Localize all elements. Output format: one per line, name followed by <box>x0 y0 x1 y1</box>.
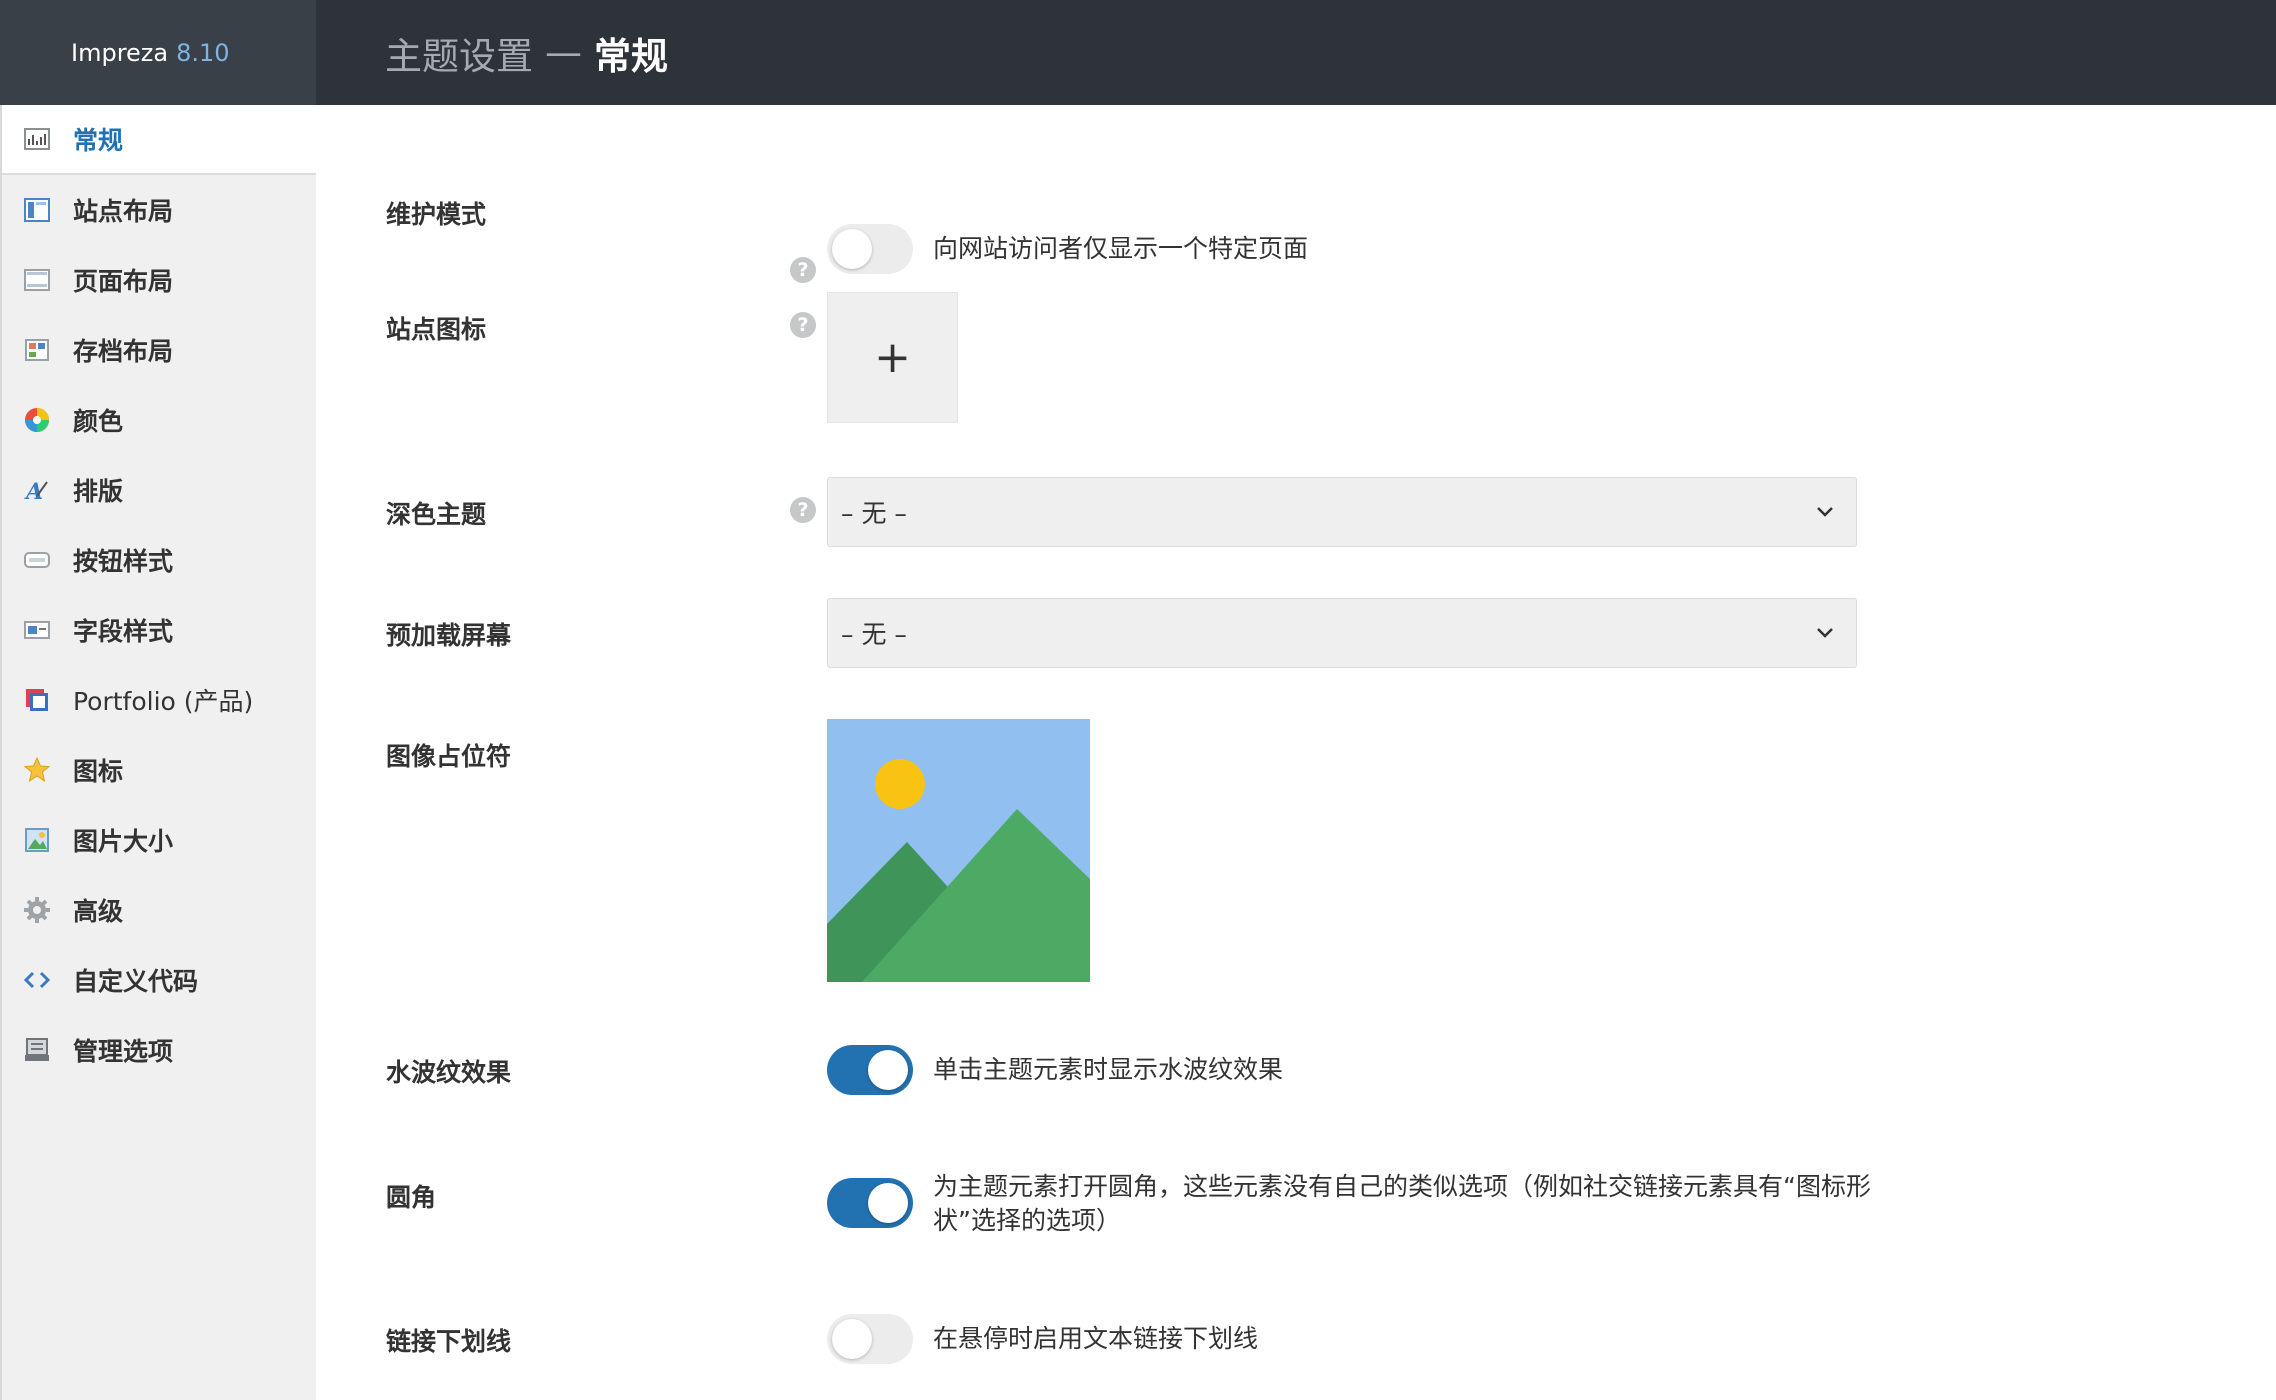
setting-label: 圆角 <box>386 1183 437 1212</box>
sidebar-item-label: 页面布局 <box>73 267 174 296</box>
chevron-down-icon <box>1817 507 1833 517</box>
select-value: – 无 – <box>841 499 907 528</box>
preloader-select[interactable]: – 无 – <box>827 598 1857 668</box>
sidebar-item-typography[interactable]: A 排版 <box>2 455 316 525</box>
manage-options-icon <box>22 1035 52 1065</box>
setting-label: 图像占位符 <box>386 742 512 771</box>
setting-description-line2: 状”选择的选项） <box>933 1206 1121 1235</box>
code-icon <box>22 965 52 995</box>
setting-maintenance-mode: 维护模式 ? 向网站访问者仅显示一个特定页面 <box>316 175 2276 283</box>
sidebar-item-label: 管理选项 <box>73 1037 174 1066</box>
sidebar-item-page-layout[interactable]: 页面布局 <box>2 245 316 315</box>
link-underline-toggle[interactable] <box>827 1314 913 1364</box>
page-title-section: 常规 <box>594 34 668 78</box>
gear-icon <box>22 895 52 925</box>
sidebar-item-label: 自定义代码 <box>73 967 199 996</box>
sidebar-item-image-sizes[interactable]: 图片大小 <box>2 805 316 875</box>
setting-label: 链接下划线 <box>386 1327 512 1356</box>
toggle-knob <box>868 1050 908 1090</box>
sidebar-item-button-styles[interactable]: 按钮样式 <box>2 525 316 595</box>
sidebar-item-advanced[interactable]: 高级 <box>2 875 316 945</box>
help-icon[interactable]: ? <box>790 257 816 283</box>
sidebar-item-manage-options[interactable]: 管理选项 <box>2 1015 316 1085</box>
field-style-icon <box>22 615 52 645</box>
sidebar-item-label: 图片大小 <box>73 827 174 856</box>
setting-label: 维护模式 <box>386 200 487 229</box>
sidebar: 常规 站点布局 页面布局 存档布局 颜色 A 排版 按钮样式 字段样式 Port… <box>0 105 316 1400</box>
sidebar-item-site-layout[interactable]: 站点布局 <box>2 175 316 245</box>
help-icon[interactable]: ? <box>790 312 816 338</box>
chevron-down-icon <box>1817 628 1833 638</box>
top-bar: Impreza 8.10 主题设置 — 常规 <box>0 0 2276 105</box>
app-version: 8.10 <box>176 38 230 67</box>
setting-label: 水波纹效果 <box>386 1058 512 1087</box>
page-layout-icon <box>22 265 52 295</box>
typography-icon: A <box>22 475 52 505</box>
setting-description-line1: 为主题元素打开圆角，这些元素没有自己的类似选项（例如社交链接元素具有“图标形 <box>933 1172 1871 1201</box>
app-name: Impreza <box>71 38 169 67</box>
rounded-corners-toggle[interactable] <box>827 1178 913 1228</box>
sidebar-item-colors[interactable]: 颜色 <box>2 385 316 455</box>
sidebar-item-label: 高级 <box>73 897 124 926</box>
sidebar-item-label: 常规 <box>73 126 124 155</box>
page-title-separator: — <box>545 31 582 74</box>
toggle-knob <box>868 1183 908 1223</box>
sidebar-item-label: 按钮样式 <box>73 547 174 576</box>
color-wheel-icon <box>22 405 52 435</box>
site-layout-icon <box>22 195 52 225</box>
setting-description: 向网站访问者仅显示一个特定页面 <box>933 234 1309 263</box>
image-size-icon <box>22 825 52 855</box>
page-title: 主题设置 — 常规 <box>385 0 668 105</box>
page-title-prefix: 主题设置 <box>385 34 533 78</box>
sidebar-item-label: 存档布局 <box>73 337 174 366</box>
maintenance-mode-toggle[interactable] <box>827 224 913 274</box>
help-icon[interactable]: ? <box>790 497 816 523</box>
sidebar-item-label: Portfolio (产品) <box>73 687 254 716</box>
toggle-knob <box>832 1319 872 1359</box>
sidebar-item-custom-code[interactable]: 自定义代码 <box>2 945 316 1015</box>
sidebar-item-label: 字段样式 <box>73 617 174 646</box>
star-icon <box>22 755 52 785</box>
toggle-knob <box>832 229 872 269</box>
sidebar-item-label: 站点布局 <box>73 197 174 226</box>
landscape-image-icon <box>827 719 1090 982</box>
sidebar-item-label: 图标 <box>73 757 124 786</box>
image-placeholder-preview[interactable] <box>827 719 1090 982</box>
setting-label: 深色主题 <box>386 500 487 529</box>
site-icon-upload-button[interactable]: + <box>827 292 958 423</box>
settings-panel: 维护模式 ? 向网站访问者仅显示一个特定页面 站点图标 ? + 深色主题 ? –… <box>316 105 2276 1400</box>
setting-label: 预加载屏幕 <box>386 621 512 650</box>
sidebar-item-label: 排版 <box>73 477 124 506</box>
sidebar-item-archive-layout[interactable]: 存档布局 <box>2 315 316 385</box>
sidebar-item-icons[interactable]: 图标 <box>2 735 316 805</box>
portfolio-icon <box>22 685 52 715</box>
sidebar-item-field-styles[interactable]: 字段样式 <box>2 595 316 665</box>
select-value: – 无 – <box>841 620 907 649</box>
brand: Impreza 8.10 <box>0 0 316 105</box>
general-settings-icon <box>22 124 52 154</box>
setting-label: 站点图标 <box>386 315 487 344</box>
archive-layout-icon <box>22 335 52 365</box>
button-style-icon <box>22 545 52 575</box>
setting-description: 在悬停时启用文本链接下划线 <box>933 1324 1259 1353</box>
setting-description: 单击主题元素时显示水波纹效果 <box>933 1055 1284 1084</box>
dark-theme-select[interactable]: – 无 – <box>827 477 1857 547</box>
sidebar-item-label: 颜色 <box>73 407 124 436</box>
sidebar-item-general[interactable]: 常规 <box>2 105 316 175</box>
ripple-effect-toggle[interactable] <box>827 1045 913 1095</box>
sidebar-item-portfolio[interactable]: Portfolio (产品) <box>2 665 316 735</box>
